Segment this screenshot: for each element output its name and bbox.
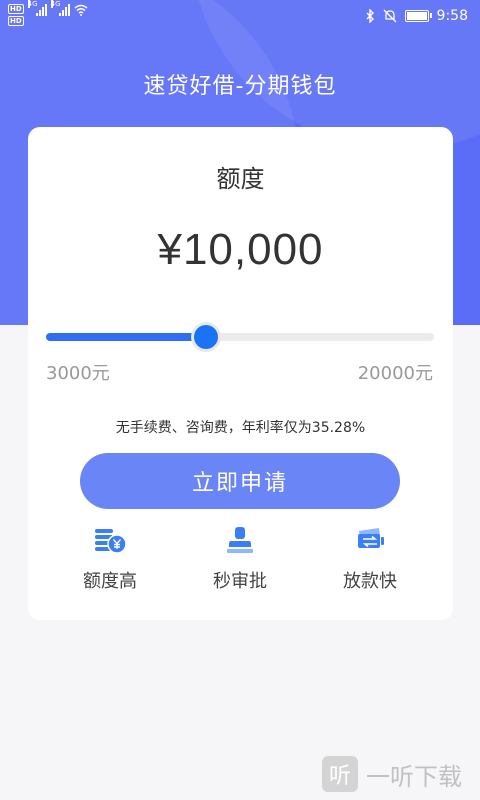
- clock: 9:58: [436, 8, 468, 24]
- signal-icon: 4G: [50, 0, 70, 16]
- feature-label: 秒审批: [213, 571, 267, 592]
- watermark: 听 一听下载: [322, 756, 462, 792]
- loan-card: 额度 ¥10,000 3000元 20000元 无手续费、咨询费，年利率仅为35…: [28, 127, 453, 620]
- apply-button[interactable]: 立即申请: [80, 453, 400, 509]
- watermark-text: 一听下载: [366, 762, 462, 791]
- status-bar: HD HD 4G 4G 9:58: [0, 0, 480, 32]
- status-left: HD HD 4G 4G: [8, 0, 88, 28]
- feature-label: 放款快: [343, 571, 397, 592]
- cash-transfer-icon: [358, 528, 384, 548]
- slider-thumb[interactable]: [194, 325, 218, 349]
- limit-label: 额度: [216, 165, 265, 193]
- feature-list: 额度高 秒审批 放款快: [28, 525, 453, 595]
- loan-amount: ¥10,000: [157, 225, 324, 274]
- status-right: 9:58: [365, 8, 468, 24]
- slider-min-label: 3000元: [46, 363, 110, 384]
- app-title: 速贷好借-分期钱包: [143, 74, 337, 99]
- feature-high-limit: 额度高: [50, 525, 170, 593]
- watermark-logo: 听: [322, 756, 358, 792]
- feature-label: 额度高: [83, 571, 137, 592]
- fee-note: 无手续费、咨询费，年利率仅为35.28%: [115, 420, 366, 436]
- slider-fill: [46, 333, 206, 341]
- stamp-icon: [227, 527, 253, 553]
- hd-badge: HD HD: [8, 4, 24, 26]
- signal-icon: 4G: [27, 0, 47, 16]
- battery-icon: [404, 10, 432, 22]
- bluetooth-icon: [366, 9, 374, 23]
- slider-max-label: 20000元: [357, 363, 433, 384]
- wifi-icon: [74, 4, 88, 16]
- coins-yen-icon: [95, 529, 127, 554]
- amount-slider[interactable]: [46, 325, 434, 349]
- mute-bell-icon: [383, 9, 397, 23]
- feature-fast-payout: 放款快: [310, 525, 430, 593]
- feature-fast-approval: 秒审批: [180, 525, 300, 593]
